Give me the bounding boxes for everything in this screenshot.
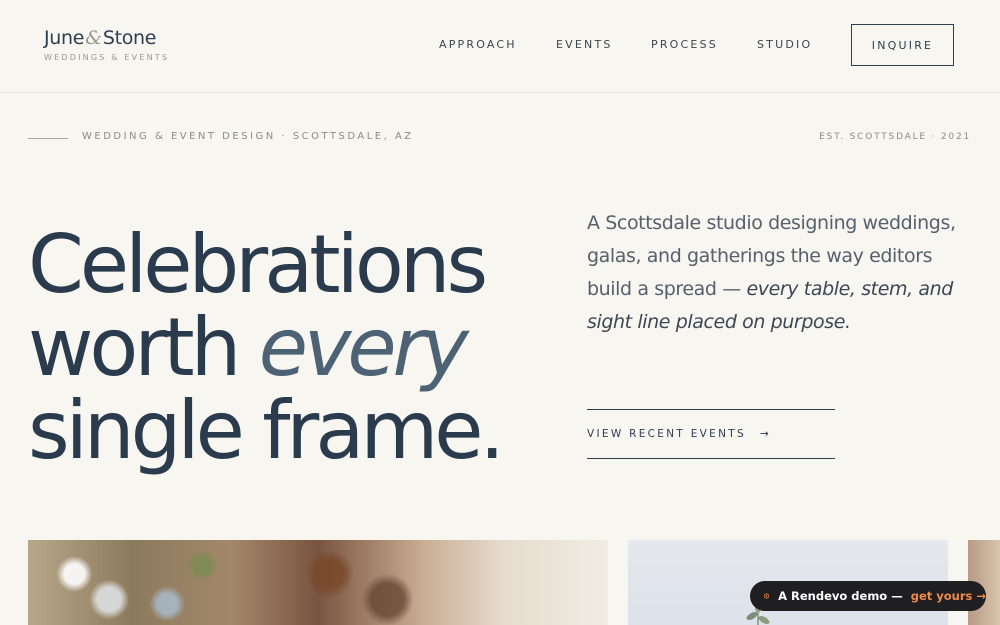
view-recent-events-link[interactable]: VIEW RECENT EVENTS → [587, 409, 835, 459]
brand-ampersand: & [85, 27, 102, 49]
headline-line-2-italic: every [258, 301, 469, 394]
brand-name-june: June [44, 27, 85, 49]
headline-line-2-plain: worth [28, 301, 259, 394]
hero-eyebrow: WEDDING & EVENT DESIGN · SCOTTSDALE, AZ [82, 131, 414, 142]
nav-link-events[interactable]: EVENTS [556, 38, 613, 51]
brand-tagline: WEDDINGS & EVENTS [44, 53, 170, 62]
brand-name-stone: Stone [102, 27, 157, 49]
rendevo-logo-icon [764, 593, 770, 599]
rendevo-demo-badge[interactable]: A Rendevo demo — get yours → [750, 581, 986, 611]
site-header: June&Stone WEDDINGS & EVENTS APPROACH EV… [0, 0, 1000, 93]
hero-headline: Celebrations worth every single frame. [28, 218, 505, 477]
hero-description: A Scottsdale studio designing weddings, … [587, 207, 977, 339]
nav-link-process[interactable]: PROCESS [651, 38, 718, 51]
event-photo-reception[interactable] [28, 540, 608, 625]
headline-line-1: Celebrations [28, 218, 488, 311]
get-yours-link[interactable]: get yours → [911, 589, 986, 603]
inquire-button-label: INQUIRE [871, 38, 934, 52]
eyebrow-rule [28, 138, 68, 139]
badge-text: A Rendevo demo — [778, 589, 903, 603]
brand-logo[interactable]: June&Stone WEDDINGS & EVENTS [44, 27, 169, 62]
arrow-right-icon: → [759, 428, 769, 440]
nav-link-approach[interactable]: APPROACH [439, 38, 517, 51]
nav-link-studio[interactable]: STUDIO [757, 38, 812, 51]
headline-line-3: single frame. [28, 384, 505, 477]
established-label: EST. SCOTTSDALE · 2021 [819, 132, 971, 142]
headline-line-2: worth every [28, 306, 501, 389]
cta-label: VIEW RECENT EVENTS [587, 428, 746, 440]
inquire-button[interactable]: INQUIRE [851, 24, 954, 66]
brand-name: June&Stone [44, 27, 169, 49]
